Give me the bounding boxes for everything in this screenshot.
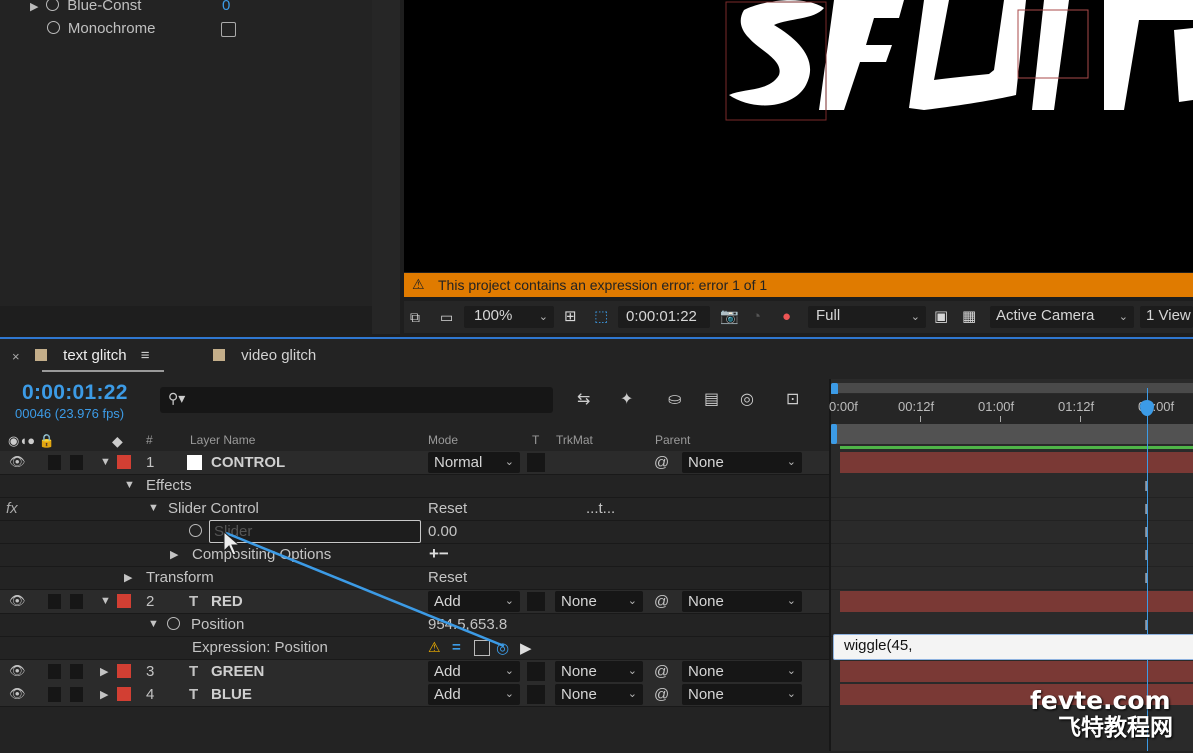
watermark-logo: fevte.com 飞特教程网: [1030, 688, 1173, 742]
pickwhip-drag-line: [223, 530, 505, 648]
watermark-url: fevte.com: [1030, 686, 1171, 715]
watermark-name: 飞特教程网: [1058, 715, 1173, 741]
